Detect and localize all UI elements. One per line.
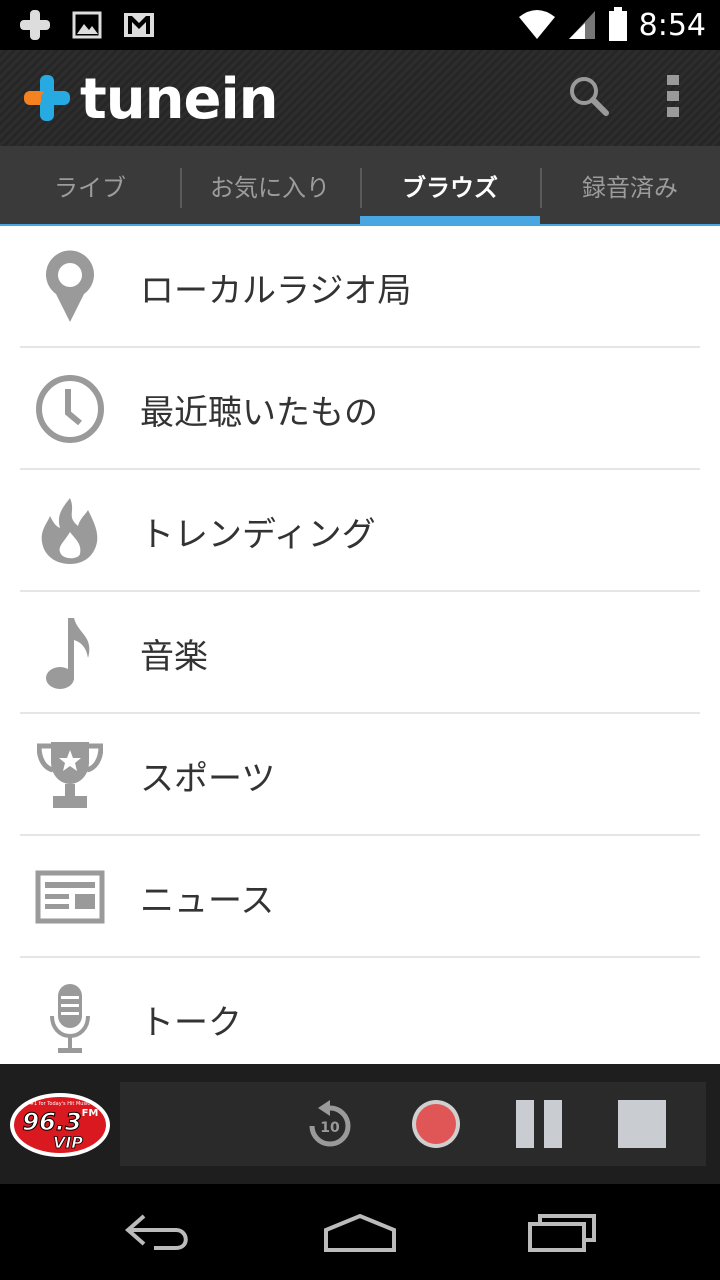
back-icon[interactable] [124,1212,196,1256]
system-nav-bar [0,1184,720,1280]
browse-list: ローカルラジオ局 最近聴いたもの トレンディング 音楽 スポーツ ニュース トー… [0,226,720,1064]
rewind-10-icon[interactable]: 10 [306,1100,354,1154]
search-icon[interactable] [568,75,610,121]
tunein-plus-icon [22,73,72,127]
pause-icon[interactable] [514,1098,564,1154]
stop-icon[interactable] [616,1098,668,1154]
list-item-news[interactable]: ニュース [0,836,720,958]
list-item-trending[interactable]: トレンディング [0,470,720,592]
logo-text: tunein [80,67,279,132]
list-item-label: トレンディング [140,514,376,555]
app-bar: tunein [0,50,720,146]
station-frequency: 96.3 [22,1108,81,1136]
status-bar: 8:54 [0,0,720,50]
music-note-icon [0,614,140,692]
list-item-label: ニュース [140,880,275,921]
signal-icon [567,7,597,45]
tunein-logo[interactable]: tunein [22,67,279,132]
clock-icon [0,373,140,445]
record-icon[interactable] [410,1098,462,1154]
tab-favorites[interactable]: お気に入り [180,146,360,224]
tunein-notification-icon [18,8,52,46]
list-item-label: スポーツ [140,758,276,799]
list-item-music[interactable]: 音楽 [0,592,720,714]
gmail-notification-icon [122,10,156,44]
home-icon[interactable] [322,1212,398,1258]
tab-bar: ライブ お気に入り ブラウズ 録音済み [0,146,720,226]
overflow-menu-icon[interactable] [666,74,680,122]
wifi-icon [517,7,557,45]
battery-icon [607,6,629,46]
list-item-local-radio[interactable]: ローカルラジオ局 [0,226,720,348]
newspaper-icon [0,870,140,924]
list-item-sports[interactable]: スポーツ [0,714,720,836]
flame-icon [0,496,140,566]
rewind-seconds: 10 [320,1120,340,1136]
list-item-label: トーク [140,1002,242,1043]
image-notification-icon [72,10,102,44]
mini-player: #1 for Today's Hit Music 96.3 FM VIP 10 [0,1064,720,1184]
list-item-talk[interactable]: トーク [0,958,720,1064]
tab-live[interactable]: ライブ [0,146,180,224]
clock: 8:54 [638,8,706,43]
station-tagline: #1 for Today's Hit Music [30,1101,91,1107]
recent-apps-icon[interactable] [526,1212,598,1256]
tab-recorded[interactable]: 録音済み [540,146,720,224]
trophy-icon [0,740,140,810]
list-item-label: 音楽 [140,636,208,677]
list-item-label: 最近聴いたもの [140,392,378,433]
station-band: FM [82,1108,99,1119]
location-pin-icon [0,250,140,324]
microphone-icon [0,982,140,1056]
station-name: VIP [53,1133,83,1152]
tab-browse[interactable]: ブラウズ [360,146,540,224]
list-item-label: ローカルラジオ局 [140,270,412,311]
list-item-recent[interactable]: 最近聴いたもの [0,348,720,470]
station-logo[interactable]: #1 for Today's Hit Music 96.3 FM VIP [8,1090,112,1164]
